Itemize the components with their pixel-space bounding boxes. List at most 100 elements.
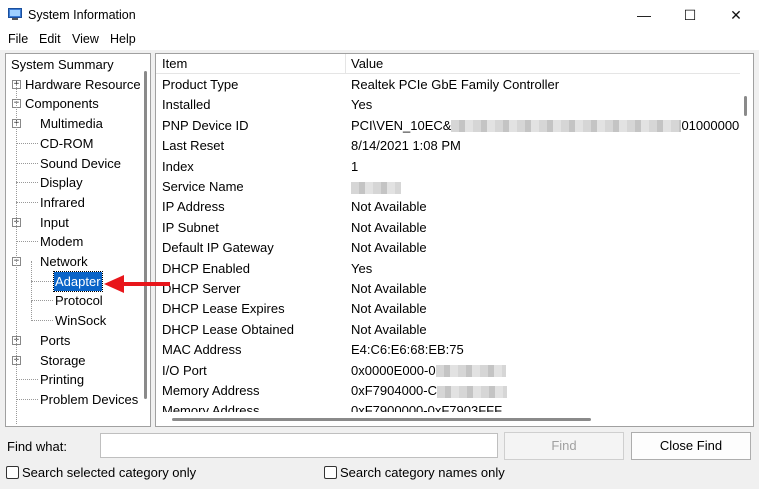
tree-vertical-scrollbar[interactable]	[140, 54, 150, 426]
table-row[interactable]: Installed Yes	[156, 95, 741, 115]
scroll-thumb[interactable]	[172, 418, 591, 421]
tree-item-sound-device[interactable]: Sound Device	[6, 154, 140, 173]
value-text: Not Available	[351, 321, 427, 337]
details-horizontal-scrollbar[interactable]	[156, 412, 741, 426]
tree-item-multimedia[interactable]: + Multimedia	[6, 114, 140, 133]
column-header-value[interactable]: Value	[351, 56, 383, 71]
find-button[interactable]: Find	[504, 432, 624, 460]
tree-item-label: Sound Device	[40, 155, 121, 171]
table-row[interactable]: DHCP Enabled Yes	[156, 259, 741, 279]
tree-connector	[31, 320, 53, 322]
menu-edit[interactable]: Edit	[39, 32, 61, 46]
tree-item-printing[interactable]: Printing	[6, 370, 140, 389]
table-row[interactable]: IP Address Not Available	[156, 197, 741, 217]
tree-item-hardware-resource[interactable]: + Hardware Resource	[6, 75, 141, 94]
item-cell: Last Reset	[162, 138, 225, 154]
tree-connector	[16, 142, 38, 144]
tree-item-label: Adapter	[53, 270, 103, 292]
minimize-button[interactable]: —	[621, 0, 667, 30]
tree-item-cd-rom[interactable]: CD-ROM	[6, 134, 140, 153]
tree-item-label: Protocol	[55, 293, 103, 309]
title-bar: System Information — ☐ ✕	[0, 0, 759, 30]
tree-item-label: Multimedia	[40, 116, 103, 132]
value-text: E4:C6:E6:68:EB:75	[351, 342, 464, 358]
item-cell: PNP Device ID	[162, 117, 249, 133]
table-row[interactable]: MAC Address E4:C6:E6:68:EB:75	[156, 340, 741, 360]
table-row[interactable]: DHCP Lease Obtained Not Available	[156, 320, 741, 340]
item-cell: Installed	[162, 97, 211, 113]
value-text: Not Available	[351, 281, 427, 296]
tree-item-ports[interactable]: + Ports	[6, 331, 140, 350]
table-row[interactable]: Product Type Realtek PCIe GbE Family Cont…	[156, 75, 741, 95]
maximize-button[interactable]: ☐	[667, 0, 713, 30]
menu-help[interactable]: Help	[110, 32, 136, 46]
table-row[interactable]: DHCP Server Not Available	[156, 279, 741, 299]
tree-connector	[16, 201, 38, 203]
table-row[interactable]: I/O Port 0x0000E000-0	[156, 361, 741, 381]
tree-item-display[interactable]: Display	[6, 173, 140, 192]
tree-item-label: Ports	[40, 332, 71, 348]
menu-bar: File Edit View Help	[0, 30, 759, 50]
tree-connector	[16, 182, 38, 184]
column-header-item[interactable]: Item	[162, 56, 187, 71]
value-cell: Yes	[351, 97, 372, 112]
tree-item-label: Input	[40, 214, 69, 230]
tree-item-label: Infrared	[40, 194, 85, 210]
value-text: 0xF7904000-C	[351, 383, 437, 398]
scroll-thumb[interactable]	[144, 71, 147, 399]
tree-item-network[interactable]: − Network	[6, 252, 140, 271]
tree-item-system-summary[interactable]: System Summary	[6, 55, 140, 74]
details-header: Item Value	[156, 54, 753, 74]
tree-item-input[interactable]: + Input	[6, 213, 140, 232]
value-text: PCI\VEN_10EC&	[351, 117, 452, 133]
tree-item-storage[interactable]: + Storage	[6, 351, 140, 370]
checkbox-box[interactable]	[324, 466, 337, 479]
minimize-icon: —	[637, 7, 651, 23]
tree-item-problem-devices[interactable]: Problem Devices	[6, 390, 140, 409]
column-separator[interactable]	[345, 54, 346, 74]
tree-item-winsock[interactable]: WinSock	[6, 311, 140, 330]
tree-connector	[16, 398, 38, 400]
close-button[interactable]: ✕	[713, 0, 759, 30]
table-row[interactable]: Default IP Gateway Not Available	[156, 238, 741, 258]
value-text: Not Available	[351, 240, 427, 256]
value-text: Yes	[351, 97, 373, 113]
tree-connector	[31, 301, 32, 319]
menu-view[interactable]: View	[72, 32, 99, 46]
value-cell: 1	[351, 159, 358, 174]
category-tree[interactable]: System Summary + Hardware Resource − Compone…	[5, 53, 151, 427]
window-title: System Information	[28, 8, 136, 22]
checkbox-box[interactable]	[6, 466, 19, 479]
value-text: Realtek PCIe GbE Family Controller	[351, 77, 560, 92]
table-row[interactable]: Index 1	[156, 157, 741, 177]
value-cell: PCI\VEN_10EC& 0100000068	[351, 117, 753, 133]
table-row[interactable]: Service Name	[156, 177, 741, 197]
value-cell: Not Available	[351, 199, 427, 214]
close-icon: ✕	[730, 6, 742, 23]
close-find-button[interactable]: Close Find	[631, 432, 751, 460]
item-cell: Default IP Gateway	[162, 240, 274, 256]
details-vertical-scrollbar[interactable]	[740, 54, 753, 426]
tree-item-components[interactable]: − Components	[6, 94, 140, 113]
value-cell: Not Available	[351, 281, 427, 296]
tree-item-modem[interactable]: Modem	[6, 232, 140, 251]
value-cell: Not Available	[351, 301, 427, 316]
tree-item-label: Network	[40, 254, 88, 269]
value-cell: Realtek PCIe GbE Family Controller	[351, 77, 559, 92]
tree-connector	[31, 280, 53, 282]
value-cell: E4:C6:E6:68:EB:75	[351, 342, 464, 357]
details-list[interactable]: Item Value Product Type Realtek PCIe GbE …	[155, 53, 754, 427]
table-row[interactable]: Last Reset 8/14/2021 1:08 PM	[156, 136, 741, 156]
table-row[interactable]: Memory Address 0xF7904000-C	[156, 381, 741, 401]
maximize-icon: ☐	[683, 6, 697, 23]
item-cell: Service Name	[162, 179, 244, 194]
table-row[interactable]: PNP Device ID PCI\VEN_10EC& 0100000068	[156, 116, 753, 136]
table-row[interactable]: DHCP Lease Expires Not Available	[156, 299, 741, 319]
scroll-thumb[interactable]	[744, 96, 747, 116]
tree-item-infrared[interactable]: Infrared	[6, 193, 140, 212]
menu-file[interactable]: File	[8, 32, 28, 46]
tree-item-label: Display	[40, 175, 83, 191]
item-cell: I/O Port	[162, 362, 207, 378]
table-row[interactable]: IP Subnet Not Available	[156, 218, 741, 238]
find-what-input[interactable]	[100, 433, 498, 458]
